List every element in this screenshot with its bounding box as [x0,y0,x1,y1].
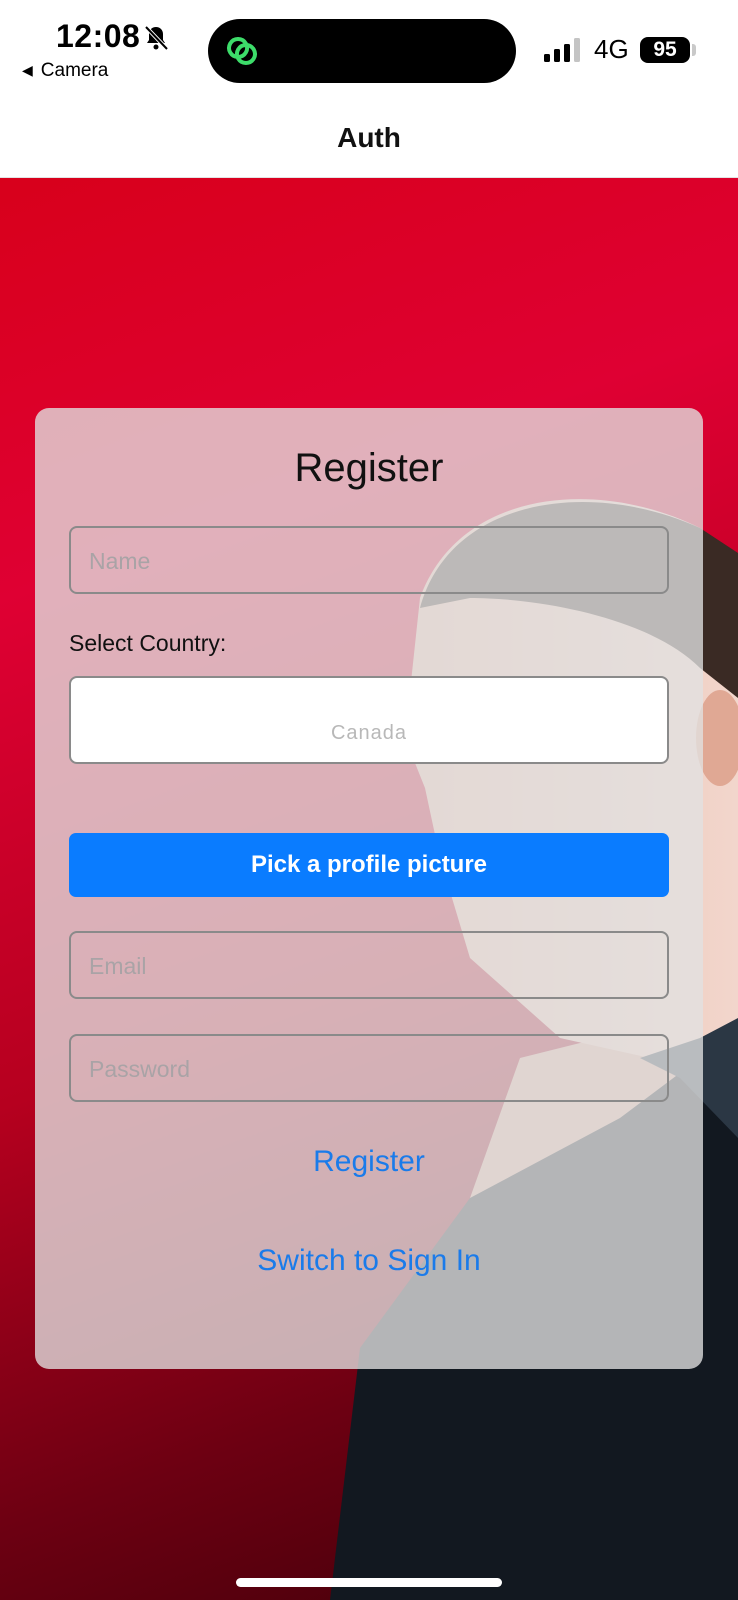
bell-slash-icon [144,25,169,51]
status-time: 12:08 [56,18,141,54]
signal-icon [544,38,580,62]
battery-tip [692,44,696,56]
country-picker[interactable]: Canada [69,676,669,764]
nav-title: Auth [337,122,401,153]
nav-bar: Auth [0,100,738,178]
name-input[interactable]: Name [69,526,669,594]
back-to-app-link[interactable]: ◀ Camera [22,60,108,82]
country-label: Select Country: [69,630,227,656]
email-placeholder: Email [89,953,147,979]
battery-icon: 95 [640,37,690,63]
register-button[interactable]: Register [35,1145,703,1179]
email-input[interactable]: Email [69,931,669,999]
form-title: Register [294,446,444,490]
app-link-icon [227,37,257,65]
name-placeholder: Name [89,548,151,574]
country-picker-value: Canada [330,722,408,744]
back-app-label: Camera [40,60,109,81]
back-triangle-icon: ◀ [22,62,33,78]
home-indicator[interactable] [236,1578,502,1587]
screen: 12:08 ◀ Camera 4G 95 Auth Register Name … [0,0,738,1600]
dynamic-island [208,19,516,83]
network-type: 4G [594,34,629,64]
switch-to-sign-in-button[interactable]: Switch to Sign In [35,1244,703,1278]
password-input[interactable]: Password [69,1034,669,1102]
password-placeholder: Password [89,1056,190,1082]
register-card: Register Name Select Country: Canada Pic… [35,408,703,1369]
status-bar: 12:08 ◀ Camera 4G 95 [0,0,738,100]
pick-profile-picture-button[interactable]: Pick a profile picture [69,833,669,897]
